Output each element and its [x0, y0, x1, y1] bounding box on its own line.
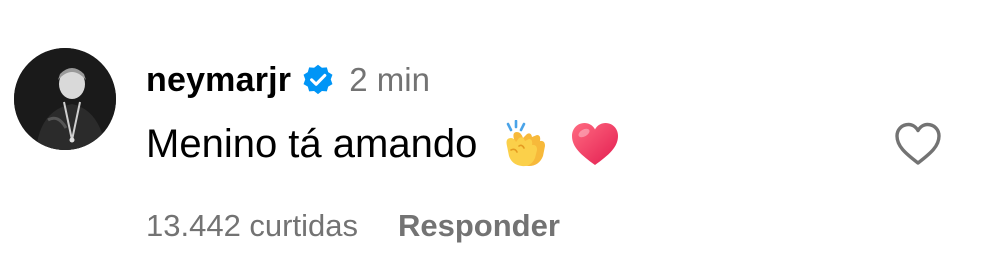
- clapping-hands-icon: [501, 120, 553, 168]
- username[interactable]: neymarjr: [146, 61, 291, 100]
- heart-outline-icon[interactable]: [892, 120, 944, 168]
- avatar[interactable]: [14, 48, 116, 150]
- comment-body: Menino tá amando: [146, 116, 621, 172]
- comment-text: Menino tá amando: [146, 121, 478, 166]
- verified-badge-icon: [301, 63, 335, 97]
- avatar-photo: [14, 48, 116, 150]
- reply-button[interactable]: Responder: [398, 208, 560, 244]
- comment-footer: 13.442 curtidas Responder: [146, 204, 560, 248]
- comment: neymarjr 2 min Menino tá amando 13.442 c…: [0, 0, 984, 274]
- red-heart-icon: [569, 121, 621, 167]
- comment-timestamp[interactable]: 2 min: [349, 61, 430, 99]
- likes-count[interactable]: 13.442 curtidas: [146, 208, 358, 244]
- comment-header: neymarjr 2 min: [146, 56, 430, 104]
